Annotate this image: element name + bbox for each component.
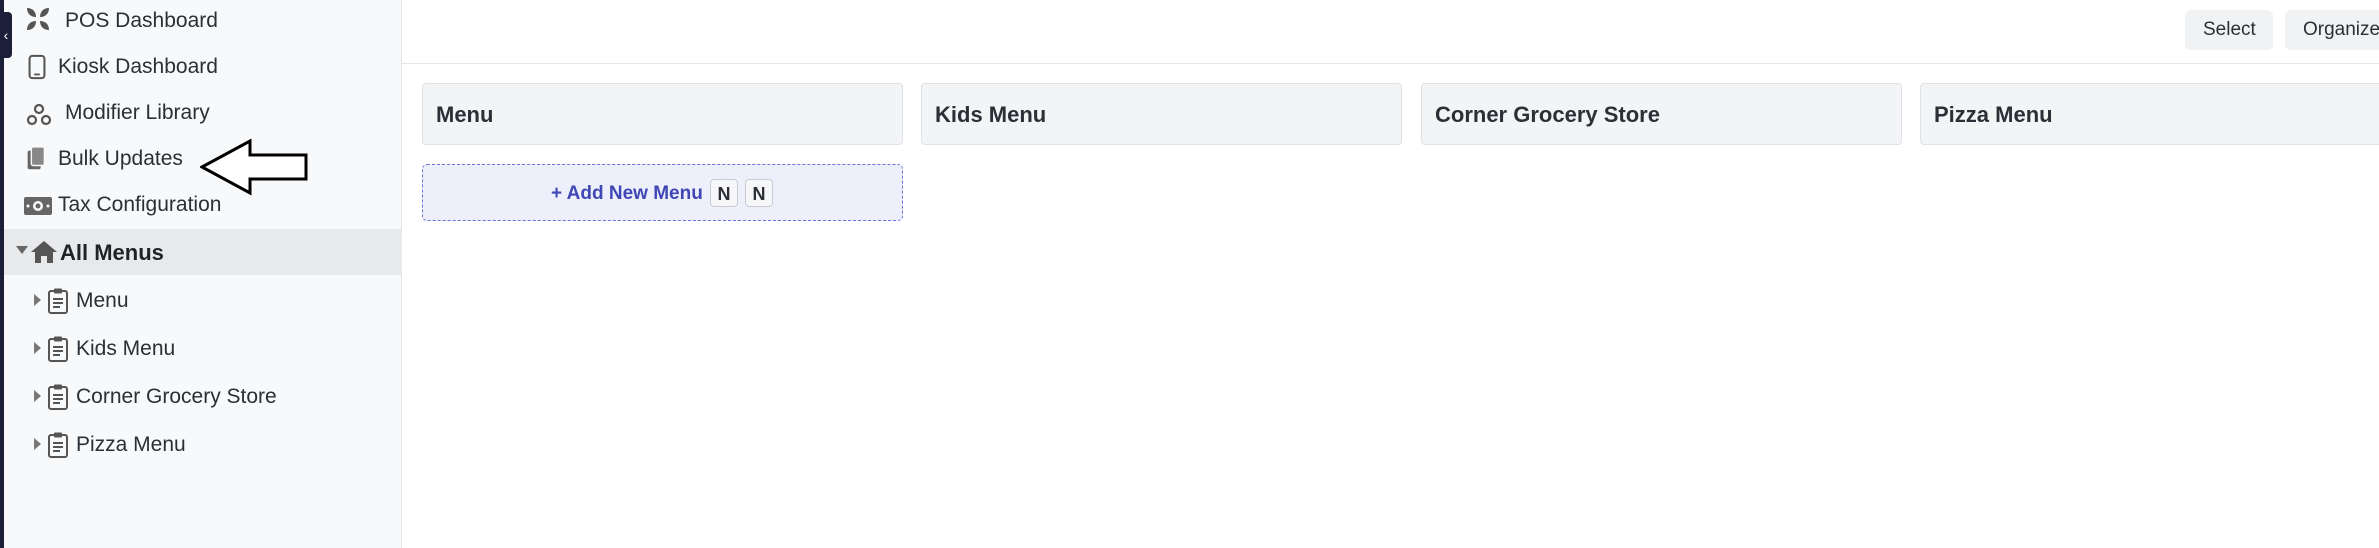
sidebar-item-label: Modifier Library: [65, 101, 210, 124]
clipboard-icon: [48, 288, 68, 314]
sidebar-item-all-menus[interactable]: All Menus: [4, 229, 402, 275]
organize-button[interactable]: Organize: [2285, 10, 2379, 50]
caret-right-icon[interactable]: [34, 390, 41, 402]
sidebar-item-kiosk-dashboard[interactable]: Kiosk Dashboard: [4, 46, 402, 90]
copy-icon: [27, 146, 46, 170]
sidebar-item-pos-dashboard[interactable]: POS Dashboard: [4, 0, 402, 44]
modifier-icon: [26, 103, 52, 126]
tree-item-label: Corner Grocery Store: [76, 385, 277, 408]
sidebar-item-label: Kiosk Dashboard: [58, 55, 218, 78]
clipboard-icon: [48, 384, 68, 410]
menu-card-menu[interactable]: Menu: [422, 83, 903, 145]
add-new-menu-label: + Add New Menu: [551, 183, 703, 204]
caret-right-icon[interactable]: [34, 294, 41, 306]
menu-card-label: Pizza Menu: [1934, 102, 2053, 127]
tree-item-corner-grocery-store[interactable]: Corner Grocery Store: [4, 375, 402, 419]
shortcut-key: N: [710, 179, 738, 207]
sidebar-item-modifier-library[interactable]: Modifier Library: [4, 92, 402, 136]
clipboard-icon: [48, 432, 68, 458]
collapse-sidebar-button[interactable]: ‹: [0, 12, 12, 58]
tree-item-menu[interactable]: Menu: [4, 279, 402, 323]
caret-right-icon[interactable]: [34, 438, 41, 450]
caret-down-icon[interactable]: [16, 246, 28, 254]
tree-item-kids-menu[interactable]: Kids Menu: [4, 327, 402, 371]
arrow-annotation-icon: [200, 138, 308, 196]
menu-card-label: Kids Menu: [935, 102, 1047, 127]
top-toolbar: Select Organize: [402, 0, 2379, 64]
tree-item-label: Pizza Menu: [76, 433, 186, 456]
tree-item-label: Menu: [76, 289, 129, 312]
menu-card-corner-grocery-store[interactable]: Corner Grocery Store: [1421, 83, 1902, 145]
money-icon: [24, 197, 52, 215]
sidebar-item-label: Bulk Updates: [58, 147, 183, 170]
home-icon: [31, 241, 57, 263]
tree-item-label: Kids Menu: [76, 337, 176, 360]
sidebar-item-label: POS Dashboard: [65, 9, 218, 32]
tablet-icon: [28, 54, 46, 80]
pos-dashboard-icon: [27, 8, 49, 30]
chevron-left-icon: ‹: [3, 27, 9, 43]
sidebar: POS Dashboard Kiosk Dashboard Modifier L…: [4, 0, 402, 548]
clipboard-icon: [48, 336, 68, 362]
select-button[interactable]: Select: [2185, 10, 2273, 50]
sidebar-item-label: All Menus: [60, 240, 164, 265]
menu-card-label: Corner Grocery Store: [1435, 102, 1660, 127]
tree-item-pizza-menu[interactable]: Pizza Menu: [4, 423, 402, 467]
add-new-menu-button[interactable]: + Add New Menu N N: [422, 164, 903, 221]
shortcut-key: N: [745, 179, 773, 207]
menu-card-pizza-menu[interactable]: Pizza Menu: [1920, 83, 2379, 145]
caret-right-icon[interactable]: [34, 342, 41, 354]
sidebar-item-label: Tax Configuration: [58, 193, 222, 216]
menu-card-kids-menu[interactable]: Kids Menu: [921, 83, 1402, 145]
menu-card-label: Menu: [436, 102, 494, 127]
